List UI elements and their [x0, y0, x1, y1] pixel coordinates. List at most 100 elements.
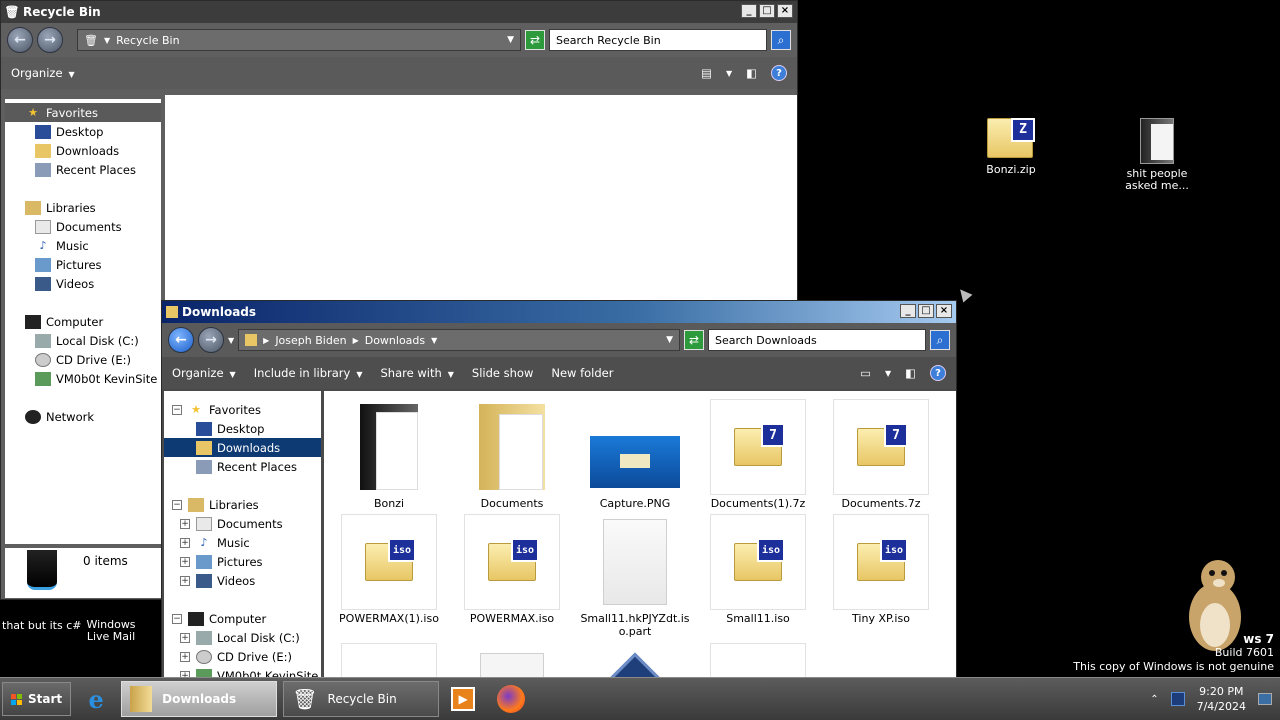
search-input[interactable]: Search Downloads	[708, 329, 926, 351]
collapse-icon[interactable]: −	[172, 613, 182, 624]
close-button[interactable]: ×	[936, 304, 952, 318]
view-options-icon[interactable]: ▤	[701, 66, 712, 80]
file-item[interactable]	[580, 643, 690, 677]
organize-menu[interactable]: Organize ▼	[172, 366, 236, 380]
nav-pictures[interactable]: + Pictures	[164, 552, 321, 571]
back-button[interactable]: ←	[7, 27, 33, 53]
minimize-button[interactable]: _	[741, 4, 757, 18]
refresh-button[interactable]: ⇄	[525, 30, 545, 50]
organize-menu[interactable]: Organize ▼	[11, 66, 75, 80]
nav-network-share[interactable]: + VM0b0t KevinSite	[164, 666, 321, 677]
close-button[interactable]: ×	[777, 4, 793, 18]
refresh-button[interactable]: ⇄	[684, 330, 704, 350]
nav-downloads[interactable]: Downloads	[5, 141, 161, 160]
nav-local-disk[interactable]: + Local Disk (C:)	[164, 628, 321, 647]
desktop-label-left-2[interactable]: Windows Live Mail	[74, 619, 148, 643]
file-item[interactable]: iso Tiny XP.iso	[826, 514, 936, 625]
file-item[interactable]: Bonzi	[334, 399, 444, 510]
share-with-menu[interactable]: Share with ▼	[381, 366, 454, 380]
nav-network-share[interactable]: VM0b0t KevinSite	[5, 369, 161, 388]
nav-network[interactable]: Network	[5, 407, 161, 426]
taskbar-recycle-bin[interactable]: 🗑 Recycle Bin	[283, 681, 440, 717]
new-folder-button[interactable]: New folder	[551, 366, 613, 380]
view-dropdown-icon[interactable]: ▼	[726, 69, 732, 78]
nav-computer[interactable]: − Computer	[164, 609, 321, 628]
forward-button[interactable]: →	[37, 27, 63, 53]
include-in-library-menu[interactable]: Include in library ▼	[254, 366, 363, 380]
preview-pane-icon[interactable]: ◧	[746, 66, 757, 80]
file-item[interactable]: iso	[334, 643, 444, 677]
nav-cd-drive[interactable]: + CD Drive (E:)	[164, 647, 321, 666]
view-dropdown-icon[interactable]: ▼	[885, 369, 891, 378]
nav-documents[interactable]: + Documents	[164, 514, 321, 533]
search-icon[interactable]: ⌕	[771, 30, 791, 50]
search-input[interactable]: Search Recycle Bin	[549, 29, 767, 51]
nav-favorites[interactable]: ★ Favorites	[5, 103, 161, 122]
file-item[interactable]: 7 Documents.7z	[826, 399, 936, 510]
file-item[interactable]: iso POWERMAX(1).iso	[334, 514, 444, 625]
file-item[interactable]: Small11.hkPJYZdt.iso.part	[580, 514, 690, 638]
help-icon[interactable]: ?	[930, 365, 946, 381]
media-player-button[interactable]: ▶	[439, 681, 487, 717]
file-item[interactable]: iso Small11.iso	[703, 514, 813, 625]
start-button[interactable]: Start	[2, 682, 72, 716]
expand-icon[interactable]: +	[180, 651, 190, 662]
search-icon[interactable]: ⌕	[930, 330, 950, 350]
maximize-button[interactable]: □	[759, 4, 775, 18]
nav-music[interactable]: ♪ Music	[5, 236, 161, 255]
minimize-button[interactable]: _	[900, 304, 916, 318]
recent-pages-dropdown[interactable]: ▼	[228, 336, 234, 345]
help-icon[interactable]: ?	[771, 65, 787, 81]
nav-libraries[interactable]: − Libraries	[164, 495, 321, 514]
nav-desktop[interactable]: Desktop	[164, 419, 321, 438]
file-item[interactable]: iso POWERMAX.iso	[457, 514, 567, 625]
preview-pane-icon[interactable]: ◧	[905, 366, 916, 380]
taskbar-downloads[interactable]: Downloads	[121, 681, 278, 717]
collapse-icon[interactable]: −	[172, 404, 182, 415]
file-item[interactable]: Documents	[457, 399, 567, 510]
firefox-button[interactable]	[487, 681, 535, 717]
downloads-window[interactable]: Downloads _ □ × ← → ▼ ▶ Joseph Biden ▶ D…	[161, 300, 957, 678]
expand-icon[interactable]: +	[180, 537, 190, 548]
show-desktop-icon[interactable]	[1258, 693, 1272, 705]
file-item[interactable]	[457, 643, 567, 677]
file-item[interactable]: iso	[703, 643, 813, 677]
breadcrumb-downloads[interactable]: Downloads	[365, 334, 425, 347]
view-options-icon[interactable]: ▭	[860, 366, 871, 380]
address-dropdown-icon[interactable]: ▼	[507, 35, 514, 45]
nav-cd-drive[interactable]: CD Drive (E:)	[5, 350, 161, 369]
expand-icon[interactable]: +	[180, 632, 190, 643]
desktop-icon-folder[interactable]: shit people asked me...	[1112, 118, 1202, 192]
nav-videos[interactable]: + Videos	[164, 571, 321, 590]
nav-computer[interactable]: Computer	[5, 312, 161, 331]
downloads-titlebar[interactable]: Downloads _ □ ×	[162, 301, 956, 323]
internet-explorer-button[interactable]: e	[71, 681, 121, 717]
back-button[interactable]: ←	[168, 327, 194, 353]
recycle-content-pane[interactable]	[165, 95, 797, 305]
desktop-icon-bonzi-zip[interactable]: Z Bonzi.zip	[966, 118, 1056, 176]
address-bar[interactable]: 🗑 ▼ Recycle Bin ▼	[77, 29, 521, 51]
show-hidden-icons[interactable]: ⌃	[1150, 694, 1158, 705]
nav-documents[interactable]: Documents	[5, 217, 161, 236]
nav-local-disk[interactable]: Local Disk (C:)	[5, 331, 161, 350]
nav-recent-places[interactable]: Recent Places	[164, 457, 321, 476]
recycle-bin-titlebar[interactable]: 🗑 Recycle Bin _ □ ×	[1, 1, 797, 23]
nav-downloads[interactable]: Downloads	[164, 438, 321, 457]
address-dropdown-icon[interactable]: ▼	[666, 335, 673, 345]
nav-libraries[interactable]: Libraries	[5, 198, 161, 217]
nav-favorites[interactable]: − ★ Favorites	[164, 400, 321, 419]
nav-music[interactable]: + ♪ Music	[164, 533, 321, 552]
file-item[interactable]: Capture.PNG	[580, 399, 690, 510]
address-bar[interactable]: ▶ Joseph Biden ▶ Downloads ▼ ▼	[238, 329, 680, 351]
expand-icon[interactable]: +	[180, 556, 190, 567]
maximize-button[interactable]: □	[918, 304, 934, 318]
expand-icon[interactable]: +	[180, 575, 190, 586]
desktop-label-left-1[interactable]: that but its c#	[2, 619, 81, 632]
expand-icon[interactable]: +	[180, 518, 190, 529]
file-list-pane[interactable]: Bonzi Documents Capture.PNG 7 Documents(…	[324, 391, 956, 677]
forward-button[interactable]: →	[198, 327, 224, 353]
clock[interactable]: 9:20 PM 7/4/2024	[1197, 684, 1246, 714]
nav-videos[interactable]: Videos	[5, 274, 161, 293]
breadcrumb-user[interactable]: Joseph Biden	[275, 334, 346, 347]
nav-desktop[interactable]: Desktop	[5, 122, 161, 141]
